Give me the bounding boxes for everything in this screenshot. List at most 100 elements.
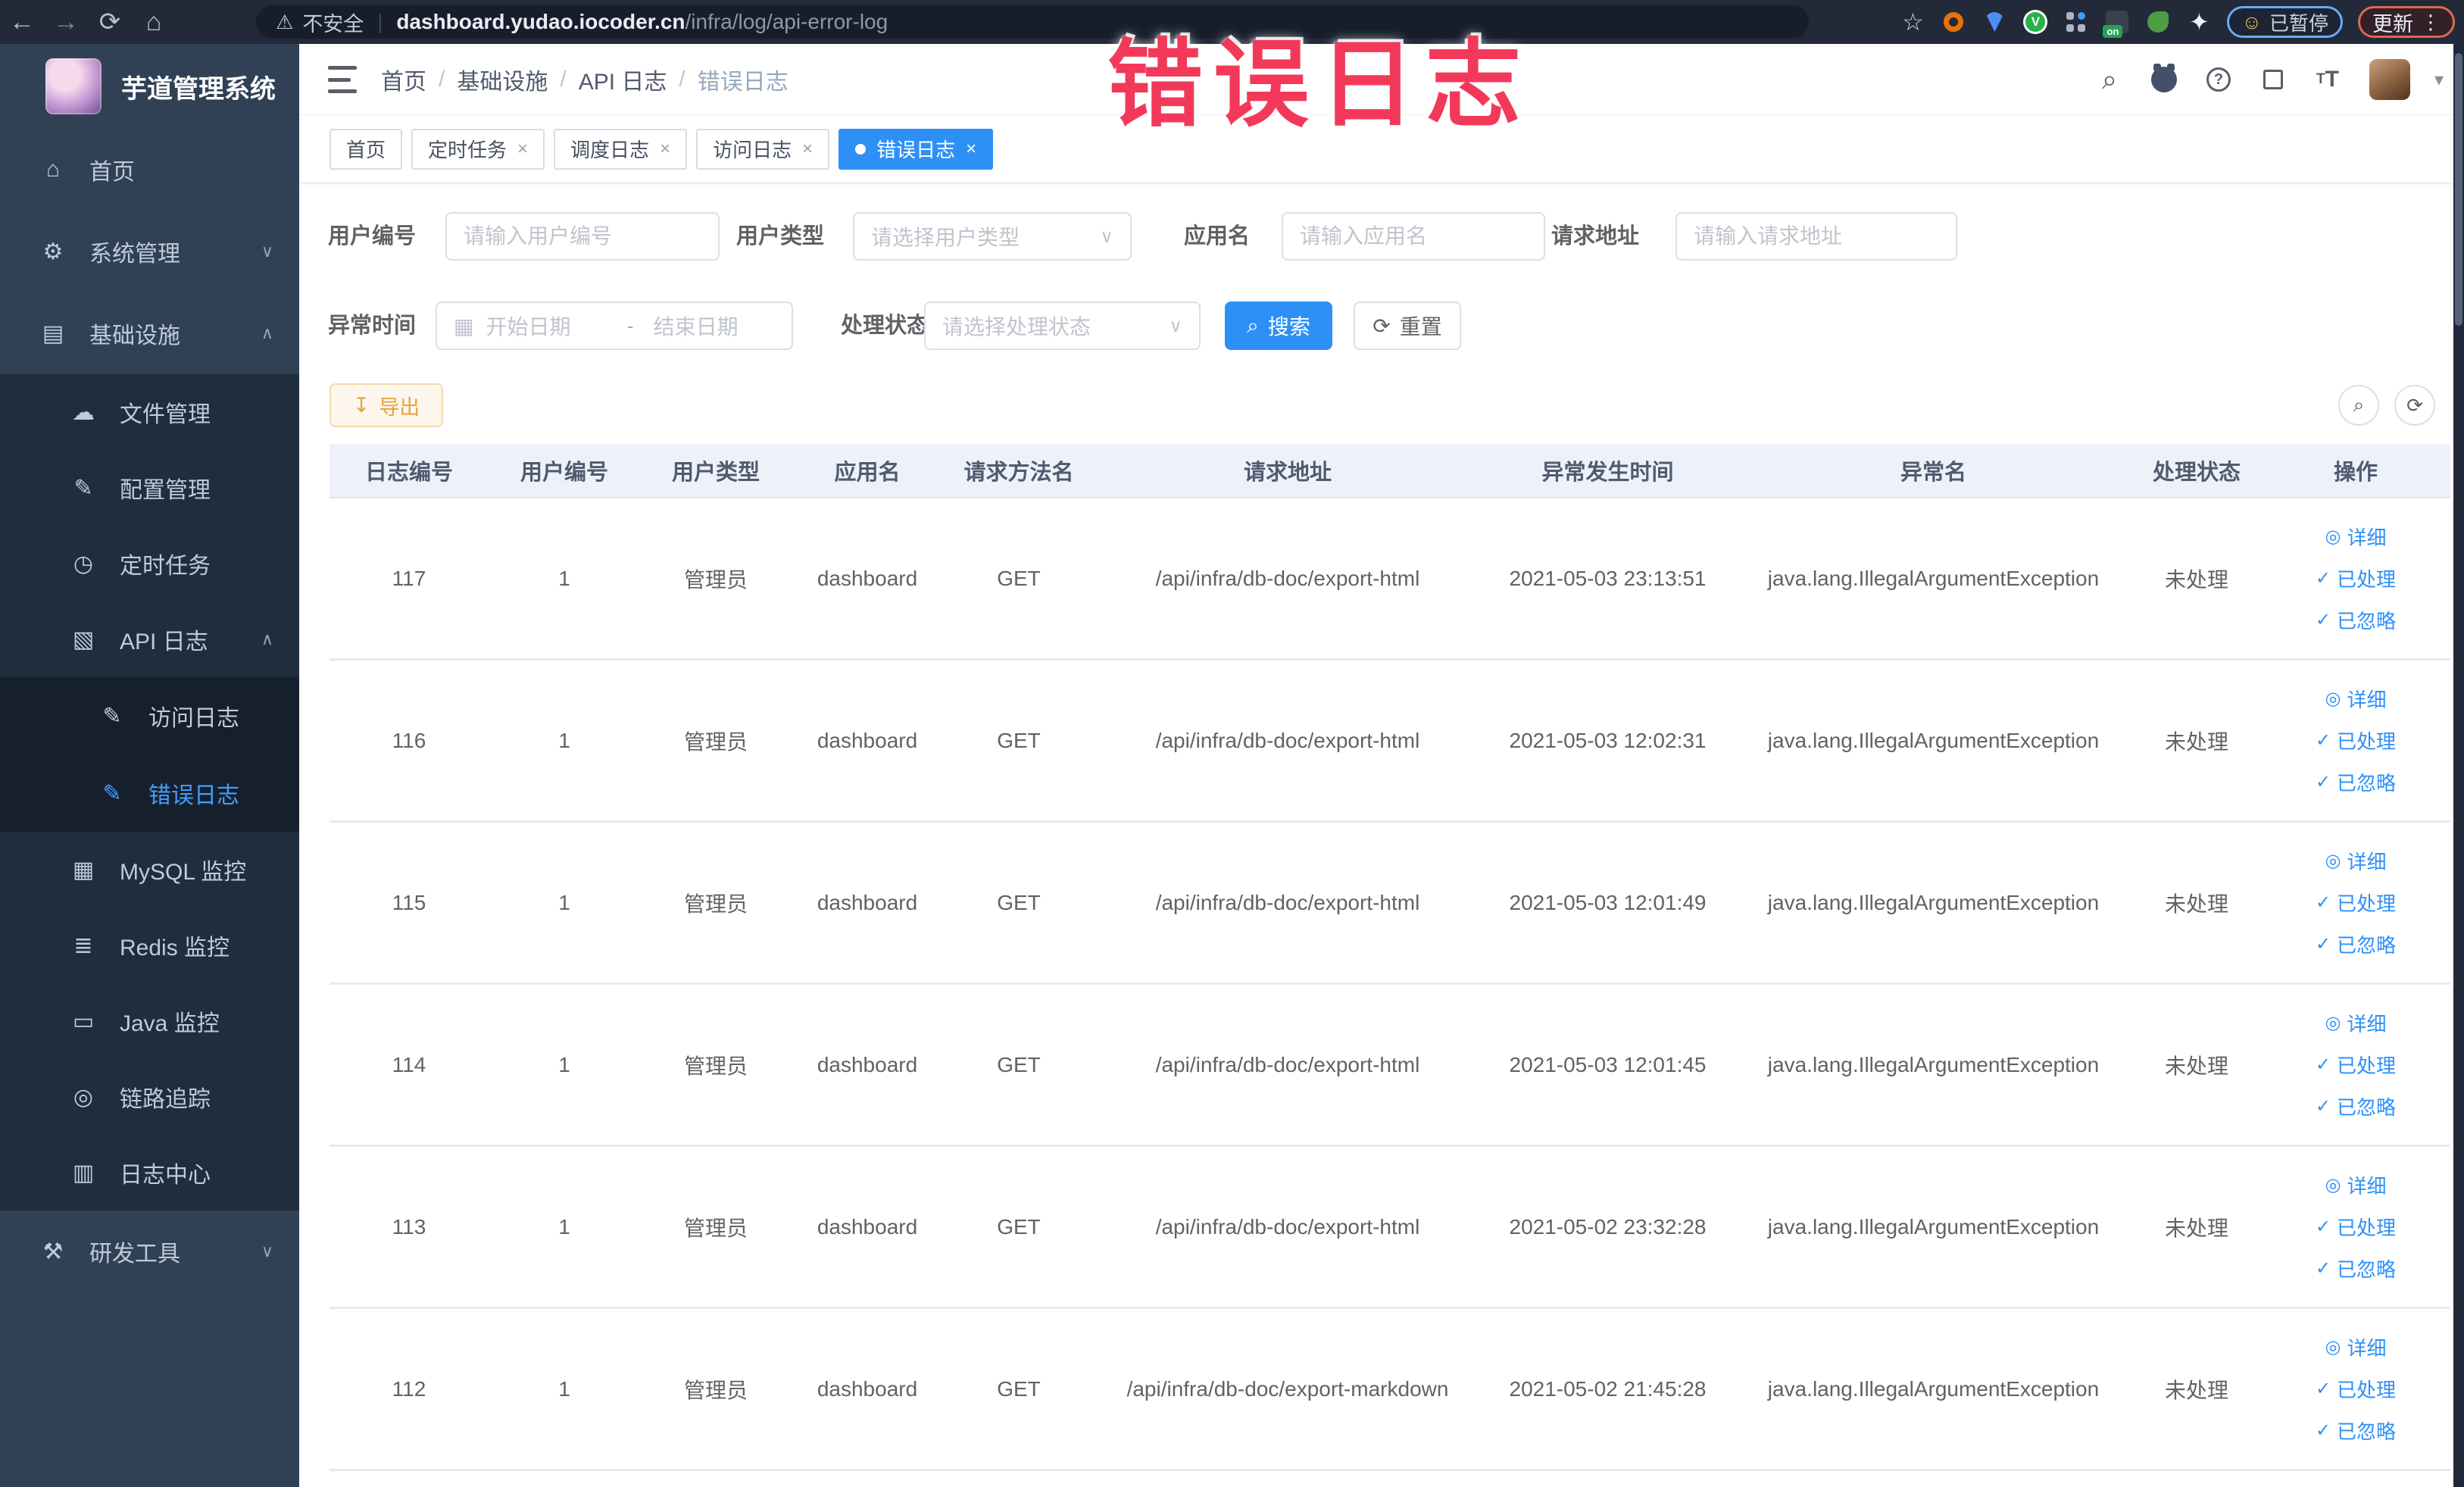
close-icon[interactable]: × [517, 139, 528, 160]
export-button[interactable]: ↧ 导出 [329, 383, 443, 427]
page-scrollbar[interactable] [2453, 44, 2464, 1487]
browser-menu-icon[interactable]: ⋮ [2421, 11, 2441, 34]
cell-time: 2021-05-03 23:13:51 [1509, 566, 1707, 590]
search-icon[interactable]: ⌕ [2088, 44, 2131, 115]
mark-processed-link[interactable]: ✓ 已处理 [2316, 1375, 2396, 1403]
user-type-select[interactable]: 请选择用户类型 ∨ [853, 212, 1132, 261]
refresh-button[interactable]: ⟳ [2394, 385, 2435, 426]
sidebar-item-dev-tools[interactable]: ⚒ 研发工具 ∨ [0, 1211, 299, 1292]
mark-ignored-link[interactable]: ✓ 已忽略 [2316, 768, 2396, 796]
github-icon[interactable] [2143, 44, 2185, 115]
hamburger-icon[interactable] [328, 66, 357, 93]
sidebar-item-config[interactable]: ✎ 配置管理 [0, 450, 299, 526]
app-name-input[interactable] [1282, 212, 1545, 261]
fullscreen-icon[interactable] [2252, 44, 2294, 115]
sidebar-item-redis[interactable]: ≣ Redis 监控 [0, 908, 299, 983]
close-icon[interactable]: × [660, 139, 670, 160]
browser-back-icon[interactable]: ← [0, 8, 44, 37]
bookmark-star-icon[interactable]: ☆ [1900, 8, 1925, 36]
cell-time: 2021-05-03 12:01:49 [1509, 890, 1707, 914]
toggle-search-button[interactable]: ⌕ [2338, 385, 2379, 426]
mark-processed-link[interactable]: ✓ 已处理 [2316, 564, 2396, 592]
cell-url: /api/infra/db-doc/export-html [1155, 890, 1420, 914]
sidebar-item-system[interactable]: ⚙ 系统管理 ∨ [0, 211, 299, 292]
mark-processed-link[interactable]: ✓ 已处理 [2316, 1213, 2396, 1241]
cell-user-type: 管理员 [683, 892, 748, 916]
breadcrumb-separator: / [439, 67, 445, 92]
avatar-caret-icon[interactable]: ▾ [2424, 44, 2454, 115]
mark-processed-link[interactable]: ✓ 已处理 [2316, 889, 2396, 917]
breadcrumb-api-log[interactable]: / API 日志 [560, 63, 667, 96]
mark-ignored-link[interactable]: ✓ 已忽略 [2316, 930, 2396, 958]
search-toggle-icon: ⌕ [2353, 393, 2365, 416]
tab-label: 定时任务 [428, 139, 507, 161]
mark-ignored-link[interactable]: ✓ 已忽略 [2316, 1092, 2396, 1120]
breadcrumb-home[interactable]: 首页 [381, 63, 426, 96]
request-url-input[interactable] [1675, 212, 1957, 261]
sidebar-item-file[interactable]: ☁ 文件管理 [0, 374, 299, 450]
sidebar-item-trace[interactable]: ◎ 链路追踪 [0, 1059, 299, 1135]
detail-link[interactable]: ◎ 详细 [2325, 1009, 2387, 1037]
menu-item-label: 文件管理 [120, 402, 211, 427]
exception-time-range-picker[interactable]: ▦ 开始日期 - 结束日期 [436, 301, 793, 350]
sidebar-item-log-center[interactable]: ▥ 日志中心 [0, 1135, 299, 1211]
address-bar[interactable]: ⚠ 不安全 | dashboard.yudao.iocoder.cn/infra… [256, 5, 1809, 39]
mark-ignored-link[interactable]: ✓ 已忽略 [2316, 1254, 2396, 1282]
detail-link[interactable]: ◎ 详细 [2325, 685, 2387, 713]
user-avatar[interactable] [2367, 44, 2412, 115]
breadcrumb-separator: / [560, 67, 567, 92]
extension-grid-icon[interactable] [2063, 9, 2089, 35]
tab-error-log[interactable]: 错误日志 × [839, 128, 994, 170]
browser-forward-icon[interactable]: → [44, 8, 88, 37]
browser-update-button[interactable]: 更新 ⋮ [2358, 6, 2455, 38]
cell-time: 2021-05-03 12:02:31 [1509, 728, 1707, 752]
sidebar-item-home[interactable]: ⌂ 首页 [0, 129, 299, 211]
help-icon[interactable]: ? [2197, 44, 2240, 115]
breadcrumb-error-log[interactable]: / 错误日志 [679, 63, 788, 96]
scrollbar-thumb[interactable] [2455, 53, 2462, 326]
extension-blue-shield-icon[interactable] [1982, 9, 2007, 35]
tab-home[interactable]: 首页 [329, 128, 403, 170]
mark-ignored-link[interactable]: ✓ 已忽略 [2316, 606, 2396, 634]
sidebar-item-infra[interactable]: ▤ 基础设施 ∧ [0, 292, 299, 374]
font-size-icon[interactable]: TT [2306, 44, 2349, 115]
check-icon: ✓ [2315, 1054, 2331, 1075]
browser-reload-icon[interactable]: ⟳ [88, 7, 132, 37]
extension-on-badge-icon[interactable]: on [2103, 9, 2130, 38]
sidebar-item-java[interactable]: ▭ Java 监控 [0, 983, 299, 1059]
breadcrumb-infra[interactable]: / 基础设施 [439, 63, 548, 96]
extension-leaf-icon[interactable] [2145, 9, 2171, 35]
search-button[interactable]: ⌕ 搜索 [1225, 301, 1332, 350]
cell-user-id: 1 [558, 728, 570, 752]
detail-link[interactable]: ◎ 详细 [2325, 523, 2387, 551]
tab-job-log[interactable]: 调度日志 × [554, 128, 688, 170]
sidebar-item-api-log[interactable]: ▧ API 日志 ∧ [0, 601, 299, 677]
detail-link[interactable]: ◎ 详细 [2325, 1171, 2387, 1199]
process-status-select[interactable]: 请选择处理状态 ∨ [924, 301, 1201, 350]
breadcrumb-label: API 日志 [578, 70, 667, 95]
mark-processed-link[interactable]: ✓ 已处理 [2316, 1051, 2396, 1079]
cell-url: /api/infra/db-doc/export-markdown [1126, 1376, 1449, 1401]
mark-ignored-link[interactable]: ✓ 已忽略 [2316, 1417, 2396, 1445]
cell-status: 未处理 [2164, 1054, 2228, 1078]
sidebar-item-error-log[interactable]: ✎ 错误日志 [0, 754, 299, 832]
user-id-input[interactable] [445, 212, 720, 261]
tab-job[interactable]: 定时任务 × [411, 128, 545, 170]
browser-home-icon[interactable]: ⌂ [132, 8, 176, 37]
sidebar-item-access-log[interactable]: ✎ 访问日志 [0, 677, 299, 754]
detail-link[interactable]: ◎ 详细 [2325, 1333, 2387, 1361]
extension-green-check-icon[interactable]: V [2022, 9, 2048, 35]
extension-orange-icon[interactable] [1941, 9, 1966, 35]
reset-button[interactable]: ⟳ 重置 [1354, 301, 1461, 350]
paused-badge[interactable]: ☺ 已暂停 [2227, 6, 2343, 38]
sidebar-item-job[interactable]: ◷ 定时任务 [0, 526, 299, 601]
tab-access-log[interactable]: 访问日志 × [696, 128, 830, 170]
menu-item-label: 链路追踪 [120, 1087, 211, 1112]
menu-item-label: 定时任务 [120, 554, 211, 579]
mark-processed-link[interactable]: ✓ 已处理 [2316, 726, 2396, 754]
extensions-puzzle-icon[interactable]: ✦ [2186, 8, 2212, 36]
close-icon[interactable]: × [802, 139, 813, 160]
close-icon[interactable]: × [966, 139, 976, 160]
detail-link[interactable]: ◎ 详细 [2325, 847, 2387, 875]
sidebar-item-mysql[interactable]: ▦ MySQL 监控 [0, 832, 299, 908]
